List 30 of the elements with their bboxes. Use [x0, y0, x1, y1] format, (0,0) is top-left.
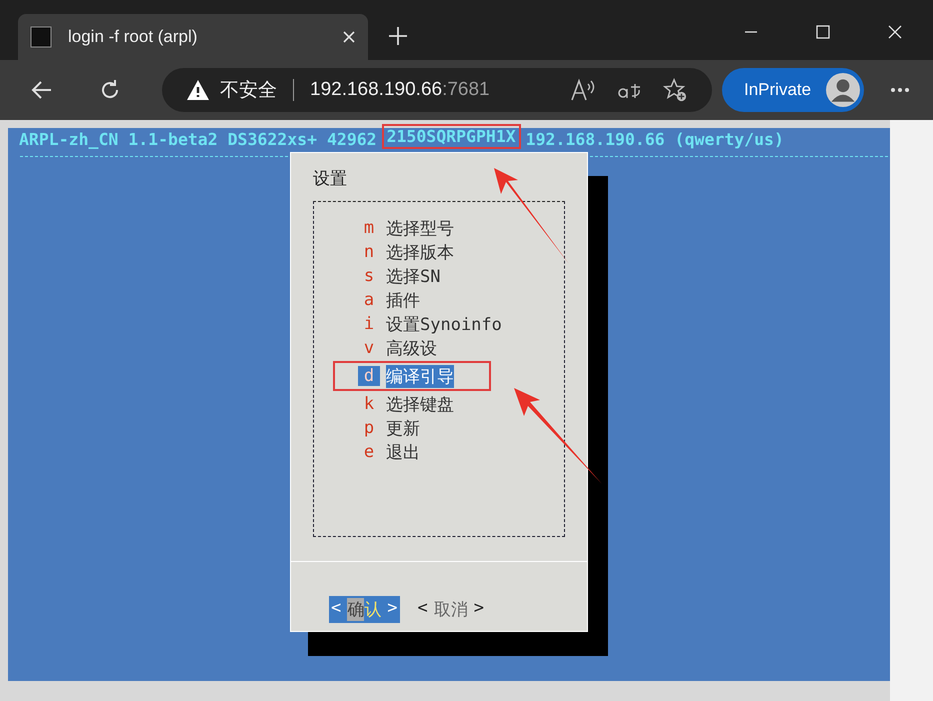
inprivate-button[interactable]: InPrivate	[722, 68, 864, 112]
address-bar[interactable]: 不安全 192.168.190.66:7681	[162, 68, 712, 112]
menu-item[interactable]: a 插件	[358, 288, 420, 312]
menu-item[interactable]: p 更新	[358, 416, 420, 440]
terminal-icon	[30, 26, 52, 48]
menu-item[interactable]: e 退出	[358, 440, 420, 464]
browser-tab[interactable]: login -f root (arpl)	[18, 14, 368, 60]
read-aloud-icon[interactable]	[570, 78, 596, 102]
dialog-title: 设置	[313, 168, 348, 191]
security-label[interactable]: 不安全	[220, 77, 277, 103]
menu-item[interactable]: k 选择键盘	[358, 392, 454, 416]
menu-item[interactable]: v 高级设	[358, 336, 437, 360]
close-icon[interactable]	[887, 24, 903, 40]
menu-item[interactable]: i 设置Synoinfo	[358, 312, 502, 336]
status-text: ARPL-zh_CN 1.1-beta2 DS3622xs+ 42962	[19, 130, 378, 151]
close-icon[interactable]	[342, 30, 356, 44]
warning-icon[interactable]	[186, 79, 210, 101]
dialog-button[interactable]: < 取消 >	[416, 596, 486, 623]
menu-item[interactable]: m 选择型号	[358, 216, 454, 240]
menu-item[interactable]: s 选择SN	[358, 264, 440, 288]
url-text[interactable]: 192.168.190.66:7681	[310, 79, 490, 101]
maximize-icon[interactable]	[815, 24, 831, 40]
favorite-add-icon[interactable]	[662, 78, 688, 102]
dialog-button[interactable]: < 确认 >	[329, 596, 400, 623]
more-icon[interactable]	[890, 87, 910, 93]
menu-item[interactable]: n 选择版本	[358, 240, 454, 264]
status-text: 2150SQRPGPH1X	[386, 127, 516, 146]
avatar-icon[interactable]	[826, 73, 860, 107]
new-tab-icon[interactable]	[388, 26, 408, 46]
status-text: 192.168.190.66 (qwerty/us)	[524, 130, 784, 151]
